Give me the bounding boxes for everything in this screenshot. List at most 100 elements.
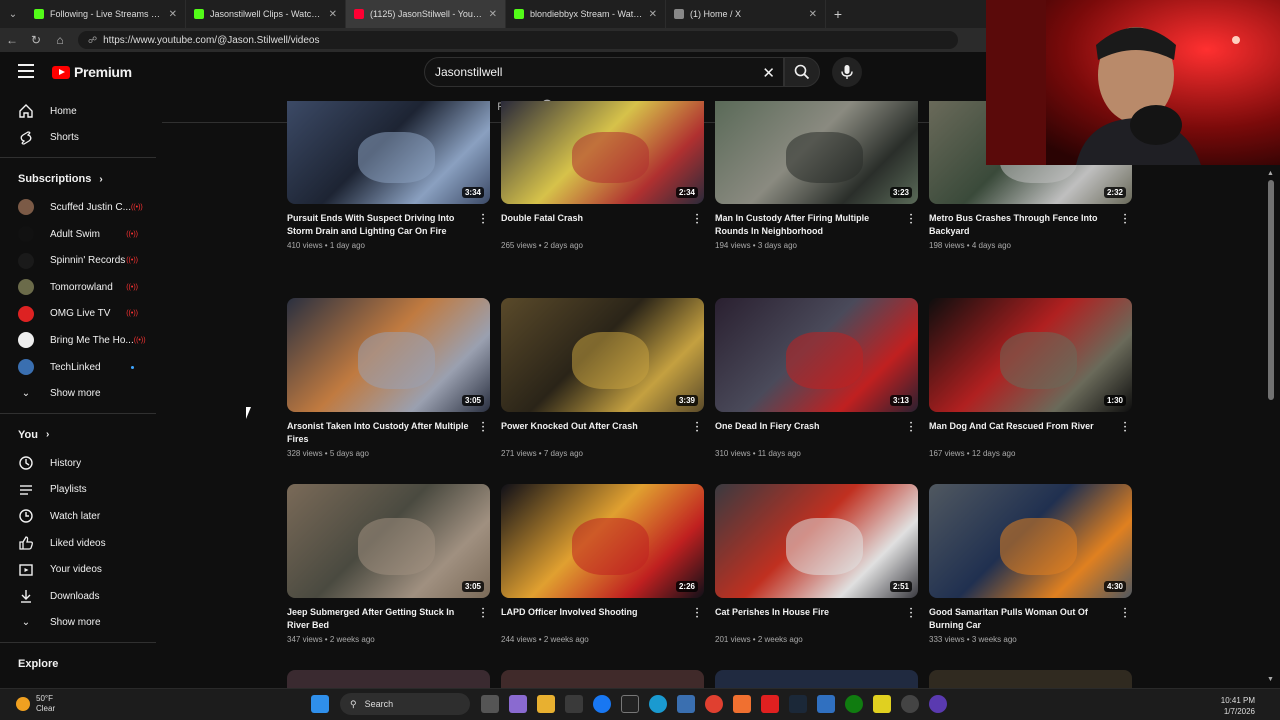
back-arrow-icon[interactable]: ←	[0, 33, 24, 47]
video-title[interactable]: Power Knocked Out After Crash	[501, 420, 704, 446]
sidebar-item-shorts[interactable]: Shorts	[0, 125, 158, 152]
subscriptions-heading[interactable]: Subscriptions ›	[0, 164, 158, 194]
sidebar-item-playlists[interactable]: Playlists	[0, 477, 158, 504]
show-more-you[interactable]: ⌄ Show more	[0, 610, 158, 637]
chrome-icon[interactable]	[705, 695, 723, 713]
video-title[interactable]: Jeep Submerged After Getting Stuck In Ri…	[287, 606, 490, 632]
subscription-item[interactable]: Tomorrowland ((•))	[0, 274, 158, 301]
video-thumbnail[interactable]: 2:34	[501, 101, 704, 204]
video-title[interactable]: Pursuit Ends With Suspect Driving Into S…	[287, 212, 490, 238]
show-more-subscriptions[interactable]: ⌄ Show more	[0, 380, 158, 407]
youtube-app-icon[interactable]	[761, 695, 779, 713]
sticky-notes-icon[interactable]	[873, 695, 891, 713]
video-thumbnail[interactable]: 2:26	[501, 484, 704, 598]
video-card[interactable]: 3:34 Pursuit Ends With Suspect Driving In…	[287, 101, 490, 250]
more-actions-icon[interactable]: • • •	[478, 607, 488, 621]
home-icon[interactable]: ⌂	[48, 33, 72, 47]
subscription-item[interactable]: Bring Me The Ho... ((•))	[0, 327, 158, 354]
sidebar-item-history[interactable]: History	[0, 450, 158, 477]
video-title[interactable]: One Dead In Fiery Crash	[715, 420, 918, 446]
windows-start-icon[interactable]	[311, 695, 329, 713]
more-actions-icon[interactable]: • • •	[692, 607, 702, 621]
video-card[interactable]: 2:26 LAPD Officer Involved Shooting 244 vi…	[501, 484, 704, 644]
close-tab-icon[interactable]: ✕	[169, 9, 177, 20]
more-actions-icon[interactable]: • • •	[1120, 607, 1130, 621]
steam-icon[interactable]	[789, 695, 807, 713]
browser-tab[interactable]: Following - Live Streams on K ✕	[26, 0, 186, 28]
video-card[interactable]: 2:51 Cat Perishes In House Fire 201 views …	[715, 484, 918, 644]
video-thumbnail[interactable]: 4:30	[929, 484, 1132, 598]
video-thumbnail[interactable]: 3:34	[287, 101, 490, 204]
close-tab-icon[interactable]: ✕	[649, 9, 657, 20]
video-thumbnail-partial[interactable]	[929, 670, 1132, 688]
video-title[interactable]: Double Fatal Crash	[501, 212, 704, 238]
app-icon[interactable]	[817, 695, 835, 713]
system-clock[interactable]: 10:41 PM 1/7/2026	[1221, 695, 1255, 717]
close-tab-icon[interactable]: ✕	[329, 9, 337, 20]
taskbar-search[interactable]: ⚲ Search	[340, 693, 470, 715]
video-thumbnail[interactable]: 2:51	[715, 484, 918, 598]
sidebar-item-liked-videos[interactable]: Liked videos	[0, 530, 158, 557]
scroll-up-arrow-icon[interactable]: ▲	[1267, 170, 1274, 177]
more-actions-icon[interactable]: • • •	[1120, 213, 1130, 227]
video-title[interactable]: Good Samaritan Pulls Woman Out Of Burnin…	[929, 606, 1132, 632]
calculator-icon[interactable]	[677, 695, 695, 713]
menu-hamburger-icon[interactable]	[18, 64, 34, 78]
video-thumbnail[interactable]: 3:23	[715, 101, 918, 204]
subscription-item[interactable]: TechLinked	[0, 354, 158, 381]
sidebar-item-watch-later[interactable]: Watch later	[0, 503, 158, 530]
subscription-item[interactable]: Scuffed Justin C... ((•))	[0, 194, 158, 221]
browser-tab[interactable]: (1) Home / X ✕	[666, 0, 826, 28]
close-tab-icon[interactable]: ✕	[489, 9, 497, 20]
xbox-icon[interactable]	[845, 695, 863, 713]
video-title[interactable]: Man Dog And Cat Rescued From River	[929, 420, 1132, 446]
sidebar-item-home[interactable]: Home	[0, 98, 158, 125]
scroll-down-arrow-icon[interactable]: ▼	[1267, 676, 1274, 683]
task-view-icon[interactable]	[481, 695, 499, 713]
video-thumbnail-partial[interactable]	[501, 670, 704, 688]
amazon-icon[interactable]	[621, 695, 639, 713]
edge-icon[interactable]	[649, 695, 667, 713]
sidebar-item-downloads[interactable]: Downloads	[0, 583, 158, 610]
video-title[interactable]: Arsonist Taken Into Custody After Multip…	[287, 420, 490, 446]
video-card[interactable]: 3:05 Arsonist Taken Into Custody After Mu…	[287, 298, 490, 458]
clear-search-icon[interactable]: ✕	[762, 64, 775, 82]
video-thumbnail[interactable]: 3:13	[715, 298, 918, 412]
more-actions-icon[interactable]: • • •	[478, 421, 488, 435]
more-actions-icon[interactable]: • • •	[692, 421, 702, 435]
vlc-icon[interactable]	[733, 695, 751, 713]
video-card[interactable]: 2:34 Double Fatal Crash 265 views • 2 days…	[501, 101, 704, 250]
video-thumbnail-partial[interactable]	[715, 670, 918, 688]
voice-search-button[interactable]	[832, 57, 862, 87]
video-card[interactable]: 1:30 Man Dog And Cat Rescued From River 16…	[929, 298, 1132, 458]
video-thumbnail-partial[interactable]	[287, 670, 490, 688]
search-button[interactable]	[784, 57, 820, 87]
more-actions-icon[interactable]: • • •	[906, 213, 916, 227]
more-actions-icon[interactable]: • • •	[692, 213, 702, 227]
tab-list-chevron-icon[interactable]: ⌄	[0, 0, 26, 28]
file-explorer-icon[interactable]	[537, 695, 555, 713]
video-card[interactable]: 3:05 Jeep Submerged After Getting Stuck I…	[287, 484, 490, 644]
more-actions-icon[interactable]: • • •	[478, 213, 488, 227]
more-actions-icon[interactable]: • • •	[906, 607, 916, 621]
youtube-logo[interactable]: Premium	[52, 64, 132, 80]
browser-tab[interactable]: Jasonstilwell Clips - Watch Liv ✕	[186, 0, 346, 28]
more-actions-icon[interactable]: • • •	[906, 421, 916, 435]
weather-widget[interactable]: 50°F Clear	[16, 694, 55, 714]
url-field[interactable]: ☍ https://www.youtube.com/@Jason.Stilwel…	[78, 31, 958, 49]
scrollbar-thumb[interactable]	[1268, 180, 1274, 400]
sidebar-item-your-videos[interactable]: Your videos	[0, 556, 158, 583]
settings-gear-icon[interactable]	[901, 695, 919, 713]
video-card[interactable]: 3:23 Man In Custody After Firing Multiple…	[715, 101, 918, 250]
search-input[interactable]	[435, 65, 755, 79]
subscription-item[interactable]: OMG Live TV ((•))	[0, 301, 158, 328]
site-info-icon[interactable]: ☍	[88, 35, 97, 46]
video-title[interactable]: LAPD Officer Involved Shooting	[501, 606, 704, 632]
close-tab-icon[interactable]: ✕	[809, 9, 817, 20]
facebook-icon[interactable]	[593, 695, 611, 713]
video-title[interactable]: Metro Bus Crashes Through Fence Into Bac…	[929, 212, 1132, 238]
reload-icon[interactable]: ↻	[24, 33, 48, 47]
browser-tab[interactable]: blondiebbyx Stream - Watch L ✕	[506, 0, 666, 28]
video-card[interactable]: 4:30 Good Samaritan Pulls Woman Out Of Bu…	[929, 484, 1132, 644]
video-thumbnail[interactable]: 3:05	[287, 484, 490, 598]
